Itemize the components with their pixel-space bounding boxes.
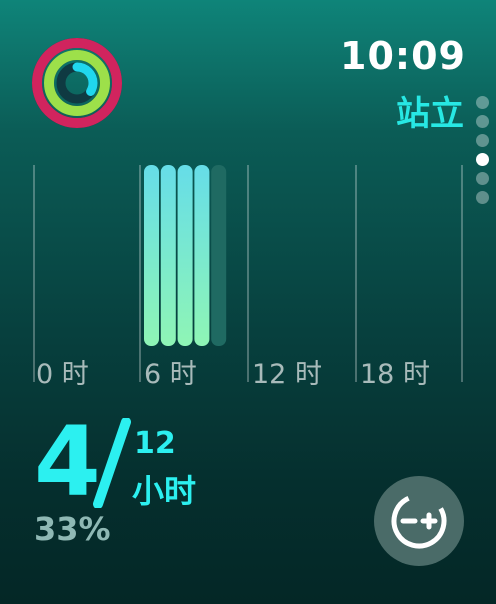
x-tick-label: 18 时 xyxy=(360,359,430,390)
stand-bar-stood xyxy=(194,165,210,346)
x-tick-label: 6 时 xyxy=(144,359,197,390)
minus-plus-icon xyxy=(391,493,447,549)
stand-bar-stood xyxy=(144,165,159,346)
stand-bar-pending xyxy=(211,165,227,346)
x-tick-label: 0 时 xyxy=(36,359,89,390)
stand-hours-goal: 12 xyxy=(134,426,176,461)
stand-hours-goal-unit: 小时 xyxy=(132,472,197,510)
stand-bar-stood xyxy=(160,165,176,346)
x-tick-label: 12 时 xyxy=(252,359,322,390)
stand-hours-chart: 0 时 6 时 12 时 18 时 xyxy=(0,0,496,400)
adjust-goal-button[interactable] xyxy=(374,476,464,566)
stand-bar-stood xyxy=(177,165,193,346)
stand-percent: 33% xyxy=(34,510,111,548)
divider-slash xyxy=(93,418,131,508)
stand-hours-chart-svg xyxy=(33,165,463,382)
